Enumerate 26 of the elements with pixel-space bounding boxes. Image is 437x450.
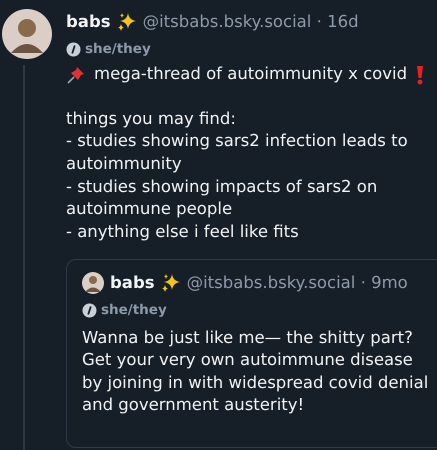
post-title: mega-thread of autoimmunity x covid: [94, 63, 408, 86]
post-text: autoimmunity: [66, 153, 183, 176]
post-text: - studies showing sars2 infection leads to: [66, 130, 409, 152]
sparkles-icon: [116, 12, 137, 32]
quote-text: by joining in with widespread covid denial: [82, 372, 430, 394]
author-name: babs: [66, 10, 111, 33]
quote-text: Get your very own autoimmune disease: [82, 349, 414, 372]
pronouns-label: she/they: [101, 301, 167, 320]
info-icon: [66, 42, 81, 57]
author-name: babs: [110, 272, 155, 294]
quoted-post[interactable]: babs @itsbabs.bsky.social · 9mo she/they Wanna be just like me— the shitty part? Get your very own autoimmune disease by joining in with widespread covid denial and government austerity!: [66, 259, 437, 448]
post-text: - anything else i feel like fits: [66, 220, 300, 243]
sparkles-icon: [160, 273, 181, 294]
author-handle: @itsbabs.bsky.social · 16d: [142, 10, 359, 33]
post-text: things you may find:: [66, 108, 237, 130]
quote-text: Wanna be just like me— the shitty part?: [82, 326, 414, 349]
post-text: - studies showing impacts of sars2 on: [66, 176, 378, 198]
info-icon: [82, 303, 97, 318]
post-text: autoimmune people: [66, 198, 234, 220]
avatar[interactable]: [2, 9, 52, 59]
quote-text: and government austerity!: [82, 394, 306, 416]
pronouns-label: she/they: [85, 40, 151, 59]
avatar[interactable]: [82, 272, 104, 294]
author-handle: @itsbabs.bsky.social · 9mo: [186, 272, 408, 294]
exclamation-icon: [415, 64, 426, 85]
pushpin-icon: [66, 64, 86, 85]
